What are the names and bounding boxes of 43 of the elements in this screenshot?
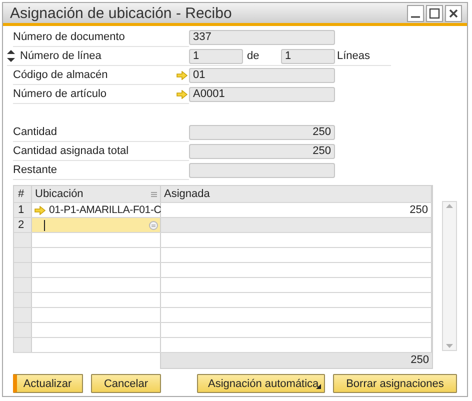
window-title: Asignación de ubicación - Recibo: [10, 4, 232, 22]
minimize-icon[interactable]: [407, 4, 424, 22]
dropdown-button[interactable]: Asignación automática: [197, 374, 325, 393]
up-down-arrows-icon[interactable]: [7, 49, 15, 63]
of-label: de: [246, 50, 260, 62]
scrollbar[interactable]: [442, 201, 457, 351]
menu-icon[interactable]: [151, 192, 157, 196]
input-field: A0001: [189, 87, 335, 102]
scroll-up-icon[interactable]: [446, 204, 453, 208]
row-number: 1: [14, 203, 32, 217]
field-label: Cantidad asignada total: [13, 144, 129, 158]
link-arrow-icon[interactable]: [176, 90, 188, 98]
field-label: Cantidad: [13, 124, 58, 140]
field-label: Número de documento: [13, 30, 125, 44]
location-cell[interactable]: 01-P1-AMARILLA-F01-C: [32, 203, 161, 217]
quantity-field: 250: [189, 125, 335, 140]
line-field: 1: [189, 48, 243, 64]
quantity-field: 250: [189, 144, 335, 159]
column-header[interactable]: #: [14, 186, 32, 202]
field-label: Número de línea: [20, 48, 102, 64]
input-field: 337: [189, 30, 335, 45]
total-cell: 250: [160, 353, 433, 369]
link-arrow-icon[interactable]: [176, 70, 188, 80]
choose-icon[interactable]: [149, 220, 158, 230]
lines-label: Líneas: [336, 50, 370, 62]
maximize-icon[interactable]: [426, 4, 443, 22]
text-cursor: [44, 220, 45, 230]
default-button[interactable]: Actualizar: [13, 374, 83, 393]
total-lines-field: 1: [281, 48, 335, 64]
assigned-cell[interactable]: 250: [161, 203, 432, 217]
action-button[interactable]: Cancelar: [91, 374, 161, 393]
field-label: Número de artículo: [13, 86, 107, 102]
link-arrow-icon[interactable]: [34, 206, 46, 214]
field-label: Código de almacén: [13, 68, 108, 82]
location-cell[interactable]: [32, 218, 161, 232]
column-header[interactable]: Asignada: [161, 186, 432, 202]
input-field: 01: [189, 68, 335, 83]
field-label: Restante: [13, 162, 58, 178]
row-number: 2: [14, 218, 32, 232]
scroll-down-icon[interactable]: [446, 344, 453, 348]
close-icon[interactable]: [445, 4, 462, 22]
assigned-cell[interactable]: [161, 218, 432, 232]
action-button[interactable]: Borrar asignaciones: [333, 374, 457, 393]
